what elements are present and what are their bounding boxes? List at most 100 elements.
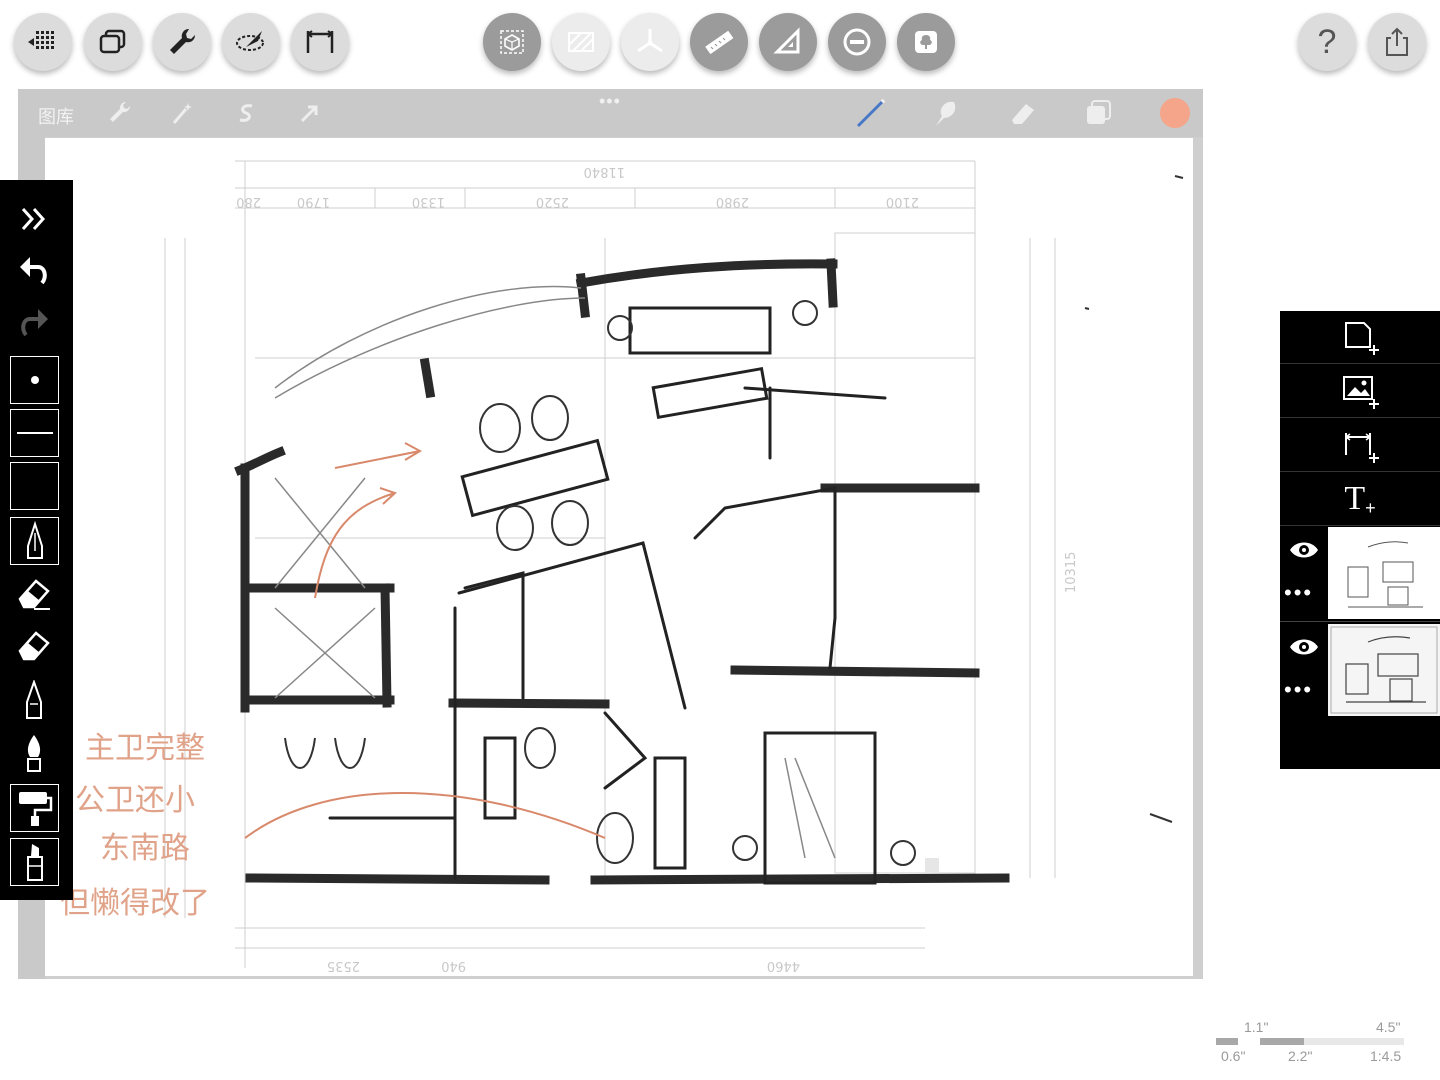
floor-plan-sketch: 11840 280 1790 1330 2520 2980 2100 2535 …: [60, 160, 1184, 973]
svg-text:280: 280: [236, 194, 261, 209]
layer-windows-button[interactable]: [84, 13, 142, 71]
eye-icon[interactable]: [1288, 632, 1320, 662]
collapse-icon: [21, 207, 45, 231]
arrow-cursor-icon[interactable]: [296, 99, 324, 127]
collapse-toolbar-button[interactable]: [10, 196, 57, 242]
drawing-canvas[interactable]: 11840 280 1790 1330 2520 2980 2100 2535 …: [45, 138, 1193, 976]
annotation-3: 东南路: [100, 831, 190, 866]
gallery-wrench-icon[interactable]: [106, 99, 134, 127]
undo-icon: [19, 257, 47, 285]
help-icon: ?: [1317, 23, 1337, 61]
lasso-select-icon: [236, 31, 264, 51]
new-layer-button[interactable]: [1280, 311, 1440, 364]
soft-eraser-tool[interactable]: [10, 622, 57, 668]
smudge-tool-icon[interactable]: [928, 96, 962, 130]
ink-brush-icon: [26, 735, 41, 772]
add-text-icon: T: [1344, 480, 1366, 517]
marker-icon: [26, 844, 43, 881]
pencil-tool[interactable]: [10, 517, 59, 565]
add-dimension-icon: [1345, 433, 1379, 463]
french-curve-icon: [843, 28, 871, 56]
layer-row-2[interactable]: •••: [1280, 621, 1440, 718]
help-button[interactable]: ?: [1298, 13, 1356, 71]
add-dimension-button[interactable]: [1280, 419, 1440, 472]
pencil-icon: [26, 521, 43, 559]
layer-thumbnail[interactable]: [1328, 624, 1440, 716]
redo-icon: [20, 309, 48, 337]
transform-icon: [500, 30, 524, 54]
eraser-tool-icon[interactable]: [1006, 96, 1040, 130]
wrench-icon: [170, 28, 196, 54]
gallery-title-bar[interactable]: 图库 •••: [18, 89, 1203, 137]
magic-wand-icon[interactable]: [168, 99, 196, 127]
selection-button[interactable]: [222, 13, 280, 71]
color-button[interactable]: [10, 462, 59, 510]
opacity-icon: [16, 432, 53, 434]
annotation-2: 公卫还小: [75, 783, 195, 818]
scale-label: 4.5": [1376, 1019, 1401, 1035]
gallery-grid-button[interactable]: [14, 13, 72, 71]
svg-text:1790: 1790: [297, 194, 330, 209]
window-drag-handle[interactable]: •••: [599, 91, 621, 112]
ruler-button[interactable]: [690, 13, 748, 71]
layer-thumbnail[interactable]: [1328, 527, 1440, 619]
svg-text:2535: 2535: [327, 958, 360, 973]
canvas-crop-button[interactable]: [291, 13, 349, 71]
svg-text:2100: 2100: [886, 194, 919, 209]
svg-text:2980: 2980: [716, 194, 749, 209]
ruler-icon: [705, 30, 734, 55]
scale-label: 2.2": [1288, 1048, 1313, 1064]
layers-icon[interactable]: [1082, 97, 1114, 129]
stencil-button[interactable]: [897, 13, 955, 71]
add-image-icon: [1343, 376, 1379, 409]
annotation-1: 主卫完整: [85, 731, 205, 766]
settings-button[interactable]: [153, 13, 211, 71]
stencil-icon: [915, 31, 937, 53]
grid-menu-icon: [28, 31, 54, 49]
opacity-button[interactable]: [10, 409, 59, 457]
color-swatch-icon: [14, 466, 55, 506]
set-square-button[interactable]: [759, 13, 817, 71]
layers-window-icon: [99, 29, 126, 54]
add-text-plus: +: [1365, 497, 1376, 518]
share-button[interactable]: [1368, 13, 1426, 71]
redo-button[interactable]: [10, 300, 57, 346]
brush-size-button[interactable]: [10, 356, 59, 404]
gallery-title[interactable]: 图库: [38, 103, 74, 129]
gallery-window: 图库 ••• 11840 280 1790 1330 2520 2980 210…: [18, 89, 1203, 979]
color-swatch-button[interactable]: [1160, 98, 1190, 128]
symmetry-button[interactable]: [621, 13, 679, 71]
pen-icon: [25, 680, 42, 719]
brush-tool-icon[interactable]: [854, 96, 888, 130]
french-curve-button[interactable]: [828, 13, 886, 71]
brush-size-icon: [30, 376, 39, 384]
soft-eraser-icon: [18, 631, 50, 661]
layer-more-button[interactable]: •••: [1284, 679, 1324, 701]
symmetry-icon: [637, 29, 663, 53]
layer-more-button[interactable]: •••: [1284, 582, 1324, 604]
marker-tool[interactable]: [10, 838, 59, 886]
svg-text:4460: 4460: [767, 958, 800, 973]
svg-text:11840: 11840: [584, 164, 625, 179]
eye-icon[interactable]: [1288, 535, 1320, 565]
svg-text:10315: 10315: [1064, 552, 1079, 593]
scale-label: 0.6": [1221, 1048, 1246, 1064]
pen-tool[interactable]: [10, 677, 57, 723]
fill-button[interactable]: [552, 13, 610, 71]
transform-button[interactable]: [483, 13, 541, 71]
left-toolbar: [0, 180, 73, 900]
add-image-button[interactable]: [1280, 365, 1440, 418]
paint-roller-icon: [18, 792, 52, 826]
layer-thumbnail-sketch: [1330, 626, 1438, 714]
layer-thumbnail-sketch: [1347, 541, 1423, 608]
set-square-icon: [773, 27, 800, 54]
paint-roller-tool[interactable]: [10, 784, 59, 832]
add-text-button[interactable]: T +: [1280, 473, 1440, 526]
eraser-tool[interactable]: [10, 570, 57, 616]
ink-brush-tool[interactable]: [10, 730, 57, 776]
svg-text:2520: 2520: [536, 194, 569, 209]
annotation-4: 但懒得改了: [60, 886, 210, 921]
undo-button[interactable]: [10, 248, 57, 294]
layer-row-1[interactable]: •••: [1280, 525, 1440, 621]
adjust-s-icon[interactable]: [232, 99, 260, 127]
